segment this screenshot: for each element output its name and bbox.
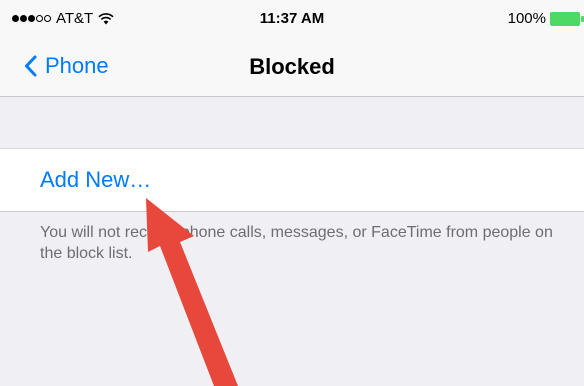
add-new-label: Add New… — [40, 167, 152, 192]
page-title: Blocked — [249, 54, 335, 79]
status-bar: AT&T 11:37 AM 100% — [0, 0, 584, 40]
navigation-bar: Phone Blocked — [0, 40, 584, 97]
battery-percent: 100% — [507, 10, 546, 27]
blocked-footer-note: You will not receive phone calls, messag… — [40, 224, 553, 262]
battery-icon — [550, 11, 584, 26]
status-time: 11:37 AM — [259, 10, 325, 27]
status-right: 100% — [508, 10, 584, 27]
add-new-button[interactable]: Add New… — [0, 148, 584, 212]
